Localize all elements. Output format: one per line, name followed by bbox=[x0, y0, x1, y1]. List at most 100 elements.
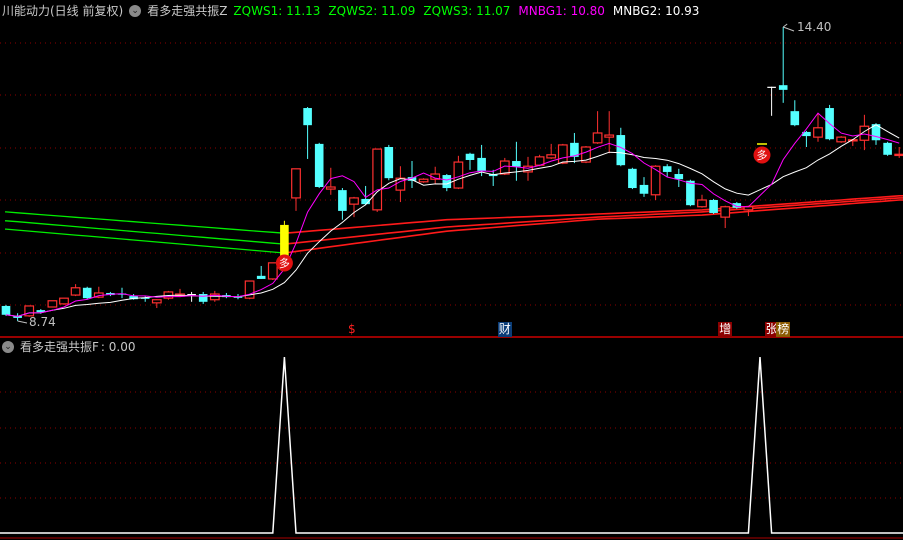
candle-body bbox=[790, 111, 800, 126]
candle-body bbox=[82, 287, 92, 299]
candle-body bbox=[720, 206, 731, 218]
candle-body bbox=[662, 166, 672, 172]
candle bbox=[825, 104, 834, 141]
chevron-down-circle-icon[interactable]: ⌄ bbox=[2, 341, 14, 353]
candle bbox=[628, 167, 637, 190]
grid-lines bbox=[0, 42, 903, 499]
sub-indicator-name: 看多走强共振F bbox=[20, 340, 99, 354]
candle-body bbox=[325, 186, 336, 190]
candle-body bbox=[442, 175, 452, 189]
candle bbox=[314, 142, 324, 189]
candle-body bbox=[314, 143, 324, 187]
candle-body bbox=[557, 144, 568, 164]
candle-body bbox=[453, 161, 464, 189]
trend-bands bbox=[5, 195, 903, 254]
candle-body bbox=[836, 136, 847, 143]
candle bbox=[82, 286, 92, 300]
chevron-down-circle-icon[interactable]: ⌄ bbox=[129, 5, 142, 17]
candle bbox=[778, 27, 788, 103]
candle-body bbox=[767, 86, 776, 88]
candle bbox=[720, 205, 731, 229]
kline-chart[interactable]: 14.40 8.74 多多 bbox=[0, 0, 903, 540]
duo-signal-label: 多 bbox=[757, 148, 768, 162]
main-header: 川能动力(日线 前复权) ⌄ 看多走强共振Z ZQWS1: 11.13 ZQWS2… bbox=[2, 2, 699, 20]
candle-body bbox=[349, 197, 359, 205]
candle bbox=[592, 111, 603, 144]
candle bbox=[151, 299, 162, 309]
duo-signal-label: 多 bbox=[279, 256, 290, 270]
candle bbox=[697, 194, 707, 208]
event-marker-2[interactable]: 增 bbox=[718, 322, 733, 337]
candle bbox=[384, 144, 394, 181]
candle bbox=[790, 100, 800, 127]
candle-body bbox=[650, 165, 661, 196]
candle bbox=[291, 168, 301, 211]
candle bbox=[430, 166, 441, 184]
candle-body bbox=[477, 157, 486, 171]
candle bbox=[488, 169, 498, 186]
candle bbox=[1, 304, 11, 316]
candle-body bbox=[894, 153, 903, 157]
candle-body bbox=[267, 262, 278, 280]
band-line-zqws1 bbox=[5, 211, 285, 234]
signal-subchart bbox=[0, 356, 903, 534]
candle bbox=[465, 152, 475, 170]
candle-body bbox=[883, 142, 892, 155]
candle bbox=[59, 297, 69, 305]
candle bbox=[338, 188, 347, 220]
indicator-value-3: MNBG1: 10.80 bbox=[518, 4, 605, 18]
chart-annotations: 14.40 8.74 多多 bbox=[17, 20, 831, 329]
candle bbox=[639, 177, 649, 197]
candle bbox=[709, 198, 718, 215]
event-marker-1[interactable]: 财 bbox=[497, 322, 512, 337]
candle-body bbox=[303, 108, 312, 126]
candle bbox=[117, 287, 127, 299]
candle bbox=[847, 139, 858, 146]
candle-body bbox=[418, 178, 429, 183]
candle bbox=[557, 143, 568, 165]
candle bbox=[604, 111, 615, 154]
candle bbox=[512, 141, 521, 181]
candle bbox=[674, 168, 684, 187]
candle-body bbox=[674, 174, 684, 180]
candle bbox=[325, 167, 336, 195]
sub-indicator-value: : 0.00 bbox=[100, 340, 136, 354]
candle-body bbox=[778, 85, 788, 90]
candle bbox=[244, 280, 255, 300]
candle bbox=[70, 284, 81, 297]
low-price-label: 8.74 bbox=[29, 315, 56, 329]
candle bbox=[47, 300, 58, 308]
candle-body bbox=[151, 299, 162, 304]
event-marker-0[interactable]: $ bbox=[347, 322, 357, 337]
candle bbox=[372, 148, 383, 212]
candle bbox=[523, 156, 533, 181]
event-marker-4[interactable]: 榜 bbox=[776, 322, 791, 337]
candle-body bbox=[291, 168, 301, 199]
candle bbox=[13, 313, 22, 322]
indicator-value-0: ZQWS1: 11.13 bbox=[233, 4, 321, 18]
indicator-name: 看多走强共振Z bbox=[147, 4, 228, 18]
candle-body bbox=[187, 294, 196, 296]
candle-body bbox=[592, 132, 603, 144]
candle bbox=[546, 143, 557, 159]
candle-body bbox=[372, 148, 383, 211]
candle-body bbox=[604, 134, 615, 138]
candle-body bbox=[639, 184, 649, 194]
candle bbox=[256, 265, 266, 279]
indicator-value-2: ZQWS3: 11.07 bbox=[423, 4, 511, 18]
candle bbox=[894, 147, 903, 158]
candle-body bbox=[697, 199, 707, 208]
candle-body bbox=[280, 224, 289, 258]
low-pointer-line bbox=[17, 320, 28, 324]
candle-body bbox=[70, 287, 81, 296]
high-price-label: 14.40 bbox=[797, 20, 831, 34]
candlesticks bbox=[1, 27, 903, 322]
indicator-values: ZQWS1: 11.13 ZQWS2: 11.09 ZQWS3: 11.07 MNBG… bbox=[233, 2, 699, 20]
candle-body bbox=[512, 161, 521, 167]
candle bbox=[859, 114, 870, 151]
candle bbox=[395, 166, 406, 203]
candle bbox=[453, 155, 464, 190]
candle bbox=[883, 141, 892, 156]
sub-header: ⌄ 看多走强共振F : 0.00 bbox=[2, 338, 135, 356]
candle bbox=[198, 291, 208, 304]
